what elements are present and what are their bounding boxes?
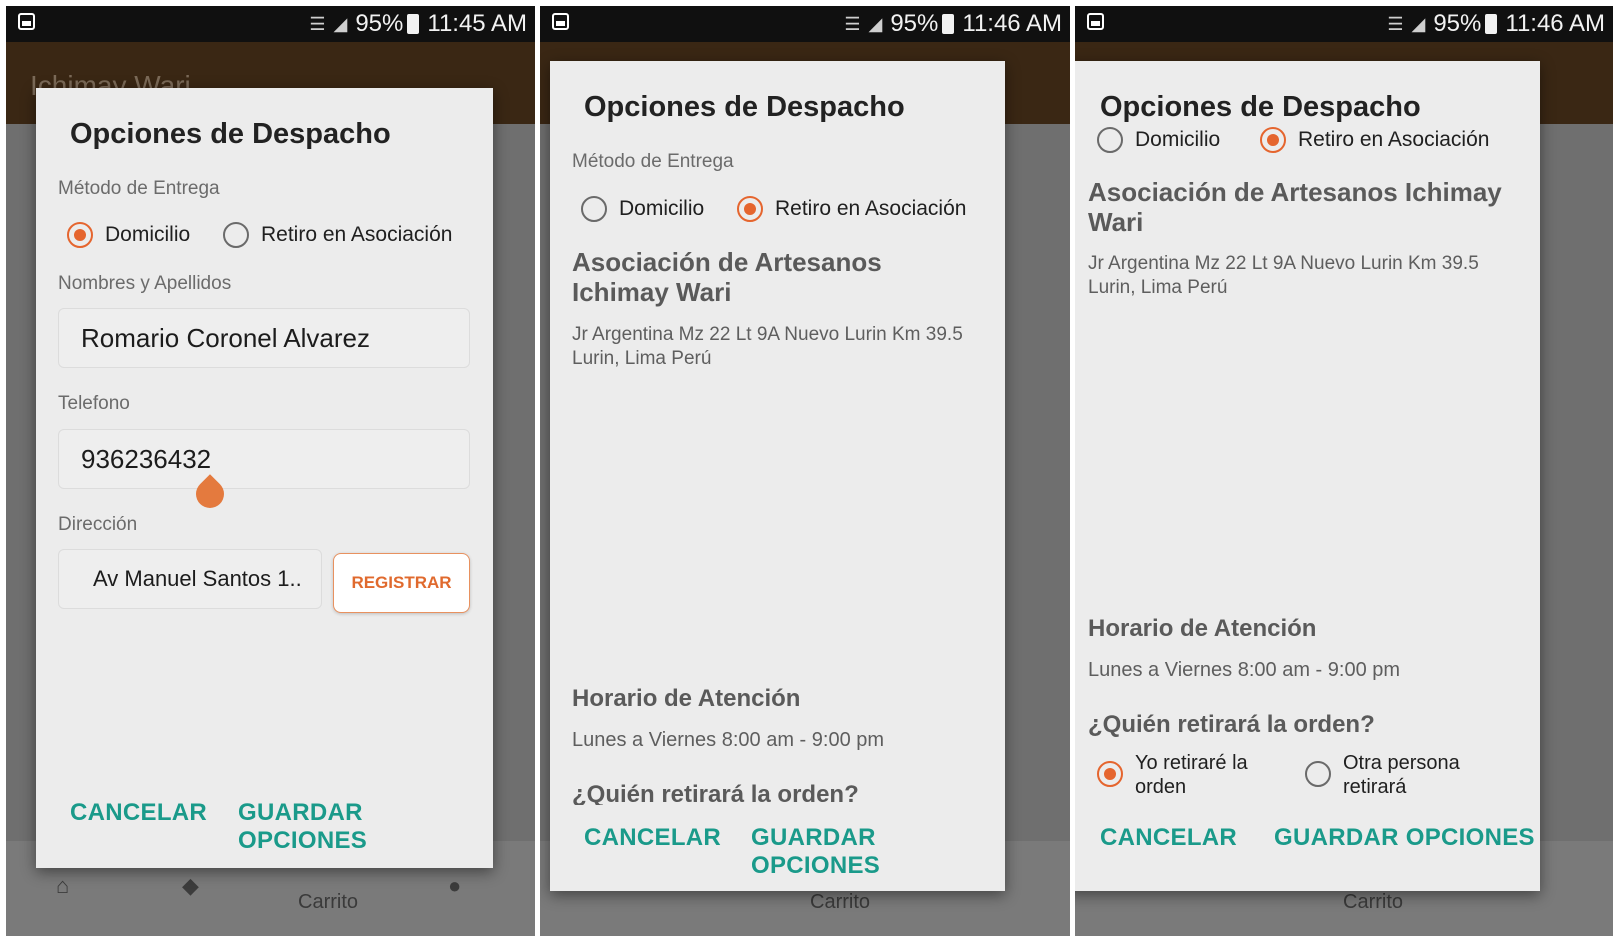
radio-retiro[interactable]: Retiro en Asociación	[737, 196, 966, 222]
who-picks-up-title: ¿Quién retirará la orden?	[572, 781, 859, 805]
hours-text: Lunes a Viernes 8:00 am - 9:00 pm	[572, 729, 885, 751]
radio-domicilio[interactable]: Domicilio	[581, 196, 704, 222]
hours-title: Horario de Atención	[1088, 615, 1317, 642]
screen-retiro-scrolled: ☰ ◢ 95% 11:46 AM Carrito Opciones de Des…	[1075, 6, 1613, 936]
radio-self-pickup-label: Yo retiraré la orden	[1135, 752, 1248, 798]
radio-retiro-label: Retiro en Asociación	[1298, 128, 1490, 151]
radio-button-unchecked[interactable]	[1097, 127, 1123, 153]
radio-domicilio-label: Domicilio	[105, 223, 191, 246]
radio-other-person-label: Otra persona retirará	[1343, 752, 1460, 798]
radio-button-checked[interactable]	[67, 222, 93, 248]
battery-percent: 95%	[890, 10, 939, 37]
status-bar: ☰ ◢ 95% 11:46 AM	[540, 6, 1070, 42]
phone-label: Telefono	[58, 393, 130, 414]
address-value: Av Manuel Santos 1..	[93, 566, 302, 591]
phone-value: 936236432	[81, 443, 212, 474]
radio-button-unchecked[interactable]	[1305, 761, 1331, 787]
battery-icon	[407, 14, 420, 34]
radio-domicilio-label: Domicilio	[619, 197, 705, 220]
battery-percent: 95%	[1433, 10, 1482, 37]
wifi-icon: ☰	[309, 13, 326, 34]
radio-other-person[interactable]: Otra persona retirará	[1305, 751, 1483, 799]
tag-icon[interactable]: ◆	[182, 873, 199, 899]
dialog-title: Opciones de Despacho	[70, 118, 391, 150]
screen-retiro: ☰ ◢ 95% 11:46 AM Carrito Opciones de Des…	[540, 6, 1070, 936]
radio-self-pickup[interactable]: Yo retiraré la orden	[1097, 751, 1275, 799]
battery-percent: 95%	[355, 10, 404, 37]
save-options-button[interactable]: GUARDAR OPCIONES	[238, 799, 493, 855]
dispatch-options-dialog: Opciones de Despacho Método de Entrega D…	[550, 61, 1005, 891]
clock: 11:46 AM	[962, 10, 1062, 37]
nav-cart-label[interactable]: Carrito	[810, 891, 870, 914]
wifi-icon: ☰	[844, 13, 861, 34]
register-button[interactable]: REGISTRAR	[333, 553, 470, 613]
name-field[interactable]: Romario Coronel Alvarez	[58, 308, 470, 368]
radio-retiro[interactable]: Retiro en Asociación	[223, 222, 452, 248]
cancel-button[interactable]: CANCELAR	[1100, 824, 1237, 852]
signal-icon: ◢	[1411, 13, 1426, 34]
dialog-title: Opciones de Despacho	[584, 91, 905, 123]
dispatch-options-dialog: Opciones de Despacho Método de Entrega D…	[36, 88, 493, 868]
radio-domicilio-label: Domicilio	[1135, 128, 1221, 151]
who-picks-up-title: ¿Quién retirará la orden?	[1088, 711, 1375, 738]
phone-field[interactable]: 936236432	[58, 429, 470, 489]
delivery-method-label: Método de Entrega	[58, 178, 220, 199]
delivery-method-label: Método de Entrega	[572, 151, 734, 172]
gallery-icon	[18, 13, 35, 30]
radio-button-unchecked[interactable]	[581, 196, 607, 222]
save-options-button[interactable]: GUARDAR OPCIONES	[751, 824, 1005, 880]
nav-cart-label[interactable]: Carrito	[298, 891, 358, 914]
dialog-title: Opciones de Despacho	[1100, 91, 1421, 123]
radio-retiro-label: Retiro en Asociación	[775, 197, 967, 220]
hours-title: Horario de Atención	[572, 685, 801, 712]
wifi-icon: ☰	[1387, 13, 1404, 34]
signal-icon: ◢	[333, 13, 348, 34]
home-icon[interactable]: ⌂	[56, 873, 69, 899]
association-name: Asociación de Artesanos Ichimay Wari	[1088, 177, 1502, 237]
radio-domicilio[interactable]: Domicilio	[67, 222, 190, 248]
screen-domicilio: ☰ ◢ 95% 11:45 AM Ichimay Wari ⌂ ◆ Carrit…	[6, 6, 535, 936]
association-name: Asociación de Artesanos Ichimay Wari	[572, 247, 882, 307]
status-bar: ☰ ◢ 95% 11:46 AM	[1075, 6, 1613, 42]
name-value: Romario Coronel Alvarez	[81, 322, 371, 353]
radio-button-checked[interactable]	[1097, 761, 1123, 787]
radio-domicilio[interactable]: Domicilio	[1097, 127, 1220, 153]
radio-retiro[interactable]: Retiro en Asociación	[1260, 127, 1489, 153]
address-label: Dirección	[58, 514, 138, 535]
person-icon[interactable]: ●	[448, 873, 461, 899]
dispatch-options-dialog: Opciones de Despacho Domicilio Retiro en…	[1075, 61, 1540, 891]
radio-button-checked[interactable]	[1260, 127, 1286, 153]
association-address: Jr Argentina Mz 22 Lt 9A Nuevo Lurin Km …	[572, 324, 963, 369]
gallery-icon	[1087, 13, 1104, 30]
clock: 11:46 AM	[1505, 10, 1605, 37]
nav-cart-label[interactable]: Carrito	[1343, 891, 1403, 914]
battery-icon	[942, 14, 955, 34]
signal-icon: ◢	[868, 13, 883, 34]
association-address: Jr Argentina Mz 22 Lt 9A Nuevo Lurin Km …	[1088, 253, 1479, 298]
clock: 11:45 AM	[427, 10, 527, 37]
radio-button-unchecked[interactable]	[223, 222, 249, 248]
radio-retiro-label: Retiro en Asociación	[261, 223, 453, 246]
name-label: Nombres y Apellidos	[58, 273, 232, 294]
radio-button-checked[interactable]	[737, 196, 763, 222]
battery-icon	[1485, 14, 1498, 34]
status-bar: ☰ ◢ 95% 11:45 AM	[6, 6, 535, 42]
cancel-button[interactable]: CANCELAR	[584, 824, 721, 852]
address-field[interactable]: Av Manuel Santos 1..	[58, 549, 322, 609]
hours-text: Lunes a Viernes 8:00 am - 9:00 pm	[1088, 659, 1401, 681]
gallery-icon	[552, 13, 569, 30]
save-options-button[interactable]: GUARDAR OPCIONES	[1274, 824, 1535, 852]
cancel-button[interactable]: CANCELAR	[70, 799, 207, 827]
